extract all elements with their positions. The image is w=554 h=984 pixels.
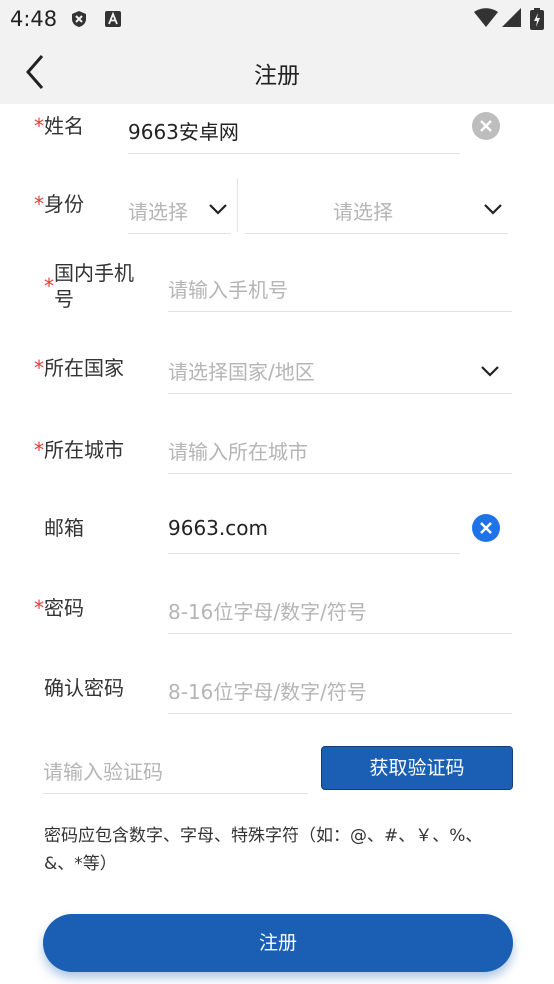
status-bar: 4:48 [0, 0, 554, 38]
identity-select-1-placeholder: 请选择 [128, 200, 188, 224]
status-time: 4:48 [10, 7, 58, 31]
register-button[interactable]: 注册 [43, 914, 513, 972]
page-title: 注册 [254, 63, 300, 89]
name-label: * 姓名 [34, 114, 84, 138]
city-label: * 所在城市 [34, 438, 124, 462]
verification-code-input[interactable]: 请输入验证码 [43, 748, 308, 794]
identity-label: * 身份 [34, 192, 84, 216]
password-placeholder: 8-16位字母/数字/符号 [168, 600, 367, 624]
password-hint: 密码应包含数字、字母、特殊字符（如：@、#、￥、%、&、*等） [44, 826, 483, 874]
battery-icon [530, 8, 544, 34]
signal-icon [502, 8, 522, 32]
shield-icon [70, 10, 88, 28]
identity-divider [237, 178, 238, 232]
chevron-down-icon [481, 366, 499, 377]
country-placeholder: 请选择国家/地区 [168, 360, 315, 384]
city-placeholder: 请输入所在城市 [168, 440, 308, 464]
chevron-down-icon [209, 204, 227, 215]
clear-icon [480, 120, 492, 132]
phone-input[interactable]: 请输入手机号 [168, 266, 512, 312]
password-input[interactable]: 8-16位字母/数字/符号 [168, 588, 512, 634]
password-label: * 密码 [34, 596, 84, 620]
country-select[interactable]: 请选择国家/地区 [168, 348, 512, 394]
email-label: 邮箱 [44, 516, 84, 540]
identity-select-2[interactable]: 请选择 [245, 188, 508, 234]
confirm-password-input[interactable]: 8-16位字母/数字/符号 [168, 668, 512, 714]
confirm-password-placeholder: 8-16位字母/数字/符号 [168, 680, 367, 704]
phone-label: * 国内手机 号 [44, 261, 134, 311]
verification-code-placeholder: 请输入验证码 [43, 760, 163, 784]
app-header: 注册 [0, 38, 554, 104]
wifi-icon [474, 8, 498, 32]
email-value: 9663.com [168, 516, 268, 540]
chevron-down-icon [484, 204, 502, 215]
name-clear-button[interactable] [472, 112, 500, 140]
clear-icon [480, 522, 492, 534]
name-field[interactable]: 9663安卓网 [128, 108, 460, 154]
identity-select-1[interactable]: 请选择 [128, 188, 231, 234]
phone-placeholder: 请输入手机号 [168, 278, 288, 302]
name-value: 9663安卓网 [128, 120, 239, 144]
a-notification-icon [104, 10, 122, 28]
email-input[interactable]: 9663.com [168, 508, 460, 554]
city-input[interactable]: 请输入所在城市 [168, 428, 512, 474]
get-code-button[interactable]: 获取验证码 [321, 746, 513, 790]
email-clear-button[interactable] [472, 514, 500, 542]
confirm-password-label: 确认密码 [44, 676, 124, 700]
country-label: * 所在国家 [34, 356, 124, 380]
identity-select-2-placeholder: 请选择 [333, 200, 393, 224]
